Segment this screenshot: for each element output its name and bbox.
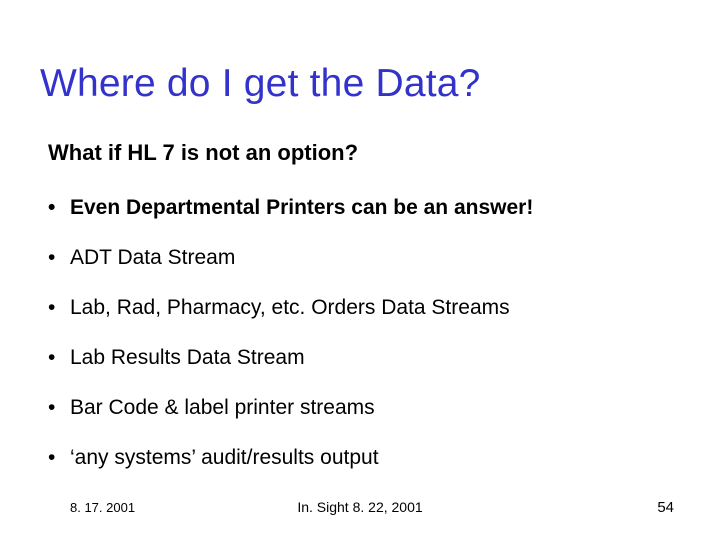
list-item: ‘any systems’ audit/results output: [42, 446, 682, 470]
slide-subtitle: What if HL 7 is not an option?: [48, 140, 682, 166]
list-item: ADT Data Stream: [42, 246, 682, 270]
list-item: Even Departmental Printers can be an ans…: [42, 196, 682, 220]
footer-date-left: 8. 17. 2001: [70, 500, 135, 515]
list-item: Lab Results Data Stream: [42, 346, 682, 370]
list-item: Bar Code & label printer streams: [42, 396, 682, 420]
list-item: Lab, Rad, Pharmacy, etc. Orders Data Str…: [42, 296, 682, 320]
footer-center: In. Sight 8. 22, 2001: [297, 499, 422, 515]
slide: Where do I get the Data? What if HL 7 is…: [0, 0, 720, 540]
bullet-list: Even Departmental Printers can be an ans…: [42, 196, 682, 470]
footer: 8. 17. 2001 In. Sight 8. 22, 2001 54: [0, 499, 720, 516]
slide-number: 54: [657, 499, 674, 516]
slide-title: Where do I get the Data?: [40, 62, 682, 106]
